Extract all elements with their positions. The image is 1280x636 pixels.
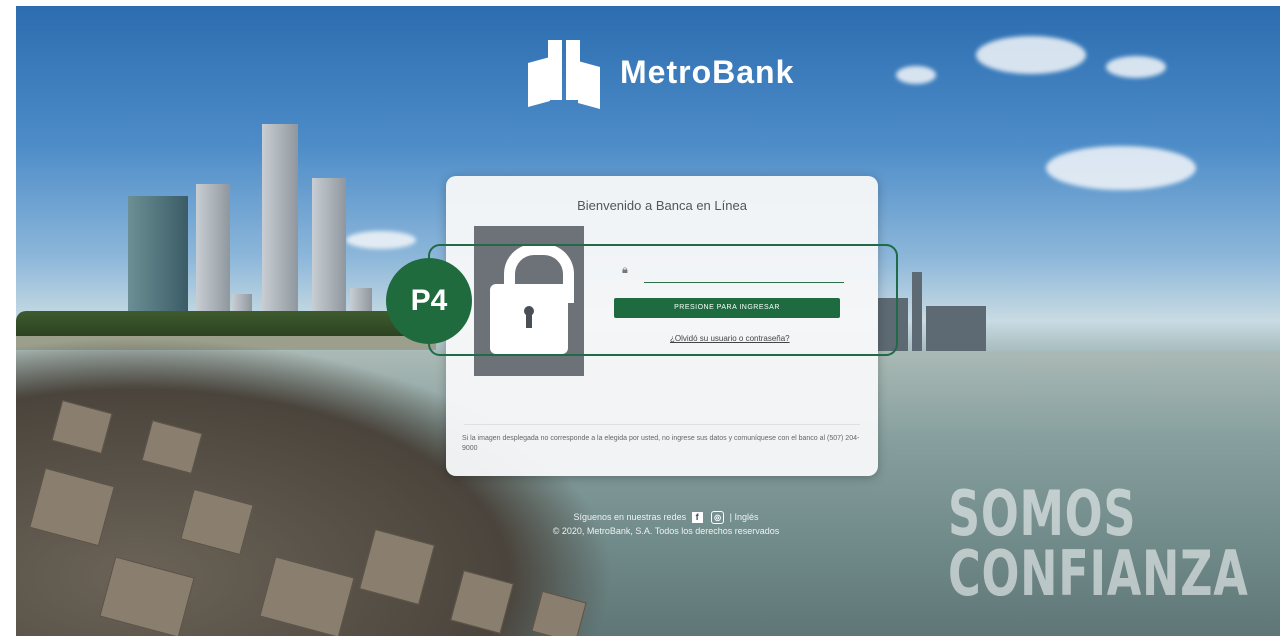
building [926,306,986,352]
cloud [1106,56,1166,78]
language-link[interactable]: Inglés [734,512,758,522]
cloud [976,36,1086,74]
tagline-line1: SOMOS [948,477,1137,550]
tagline-line2: CONFIANZA [948,537,1249,610]
building [912,272,922,352]
building [262,124,298,320]
brand-header: MetroBank [526,38,795,109]
copyright: © 2020, MetroBank, S.A. Todos los derech… [552,526,780,537]
brand-name: MetroBank [620,53,795,90]
building [312,178,346,318]
cloud [1046,146,1196,190]
facebook-icon[interactable]: f [691,512,703,524]
tree-line [16,311,436,339]
security-disclaimer: Si la imagen desplegada no corresponde a… [462,435,860,452]
social-text: Síguenos en nuestras redes [573,512,687,522]
tagline: SOMOS CONFIANZA [948,477,1249,610]
instagram-icon[interactable]: ◎ [711,511,725,525]
login-page-background: MetroBank Bienvenido a Banca en Línea 🔒︎… [16,6,1280,636]
cloud [896,66,936,84]
divider [464,424,860,425]
building [196,184,230,314]
cloud [346,231,416,249]
callout-badge: P4 [386,258,472,344]
footer: Síguenos en nuestras redes f ◎ | Inglés … [486,510,846,538]
social-row: Síguenos en nuestras redes f ◎ | Inglés [486,510,846,525]
login-title: Bienvenido a Banca en Línea [577,198,747,213]
callout-highlight-box [428,244,898,356]
metrobank-logo-icon [526,38,602,109]
building [128,196,188,316]
